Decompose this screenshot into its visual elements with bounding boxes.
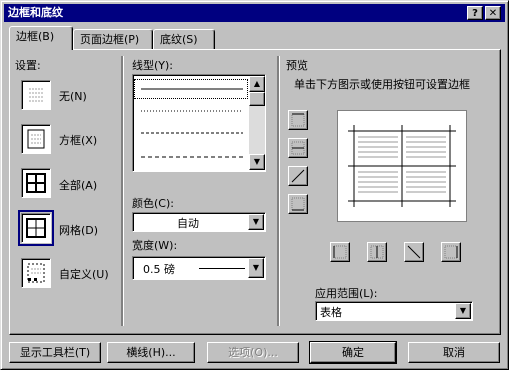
options-button[interactable]: 选项(O)...: [207, 342, 299, 363]
apply-to-header: 应用范围(L):: [315, 287, 378, 300]
setting-none-label: 无(N): [59, 90, 87, 103]
chevron-down-icon[interactable]: ▼: [248, 258, 264, 278]
right-border-icon[interactable]: [441, 242, 461, 262]
tab-shading-label: 底纹(S): [160, 33, 198, 46]
setting-custom-graphic: [27, 263, 45, 283]
setting-all-graphic: [26, 173, 46, 193]
tab-borders[interactable]: 边框(B): [9, 26, 73, 50]
setting-all-label: 全部(A): [59, 179, 98, 192]
scroll-down-icon[interactable]: ▼: [249, 154, 265, 170]
setting-box-icon[interactable]: [21, 124, 51, 154]
scroll-thumb[interactable]: [249, 92, 265, 106]
setting-custom-label: 自定义(U): [59, 268, 109, 281]
color-value: 自动: [177, 217, 199, 230]
preview-hint: 单击下方图示或使用按钮可设置边框: [294, 78, 470, 91]
diagonal-down-border-icon[interactable]: [404, 242, 424, 262]
setting-grid-label: 网格(D): [59, 224, 99, 237]
close-button[interactable]: ✕: [485, 6, 501, 20]
window-title: 边框和底纹: [8, 6, 63, 19]
color-header: 颜色(C):: [132, 197, 174, 210]
setting-box-label: 方框(X): [59, 134, 98, 147]
line-style-samples: [141, 88, 243, 158]
width-sample-line: [199, 268, 245, 269]
help-button[interactable]: ?: [467, 6, 483, 20]
horizontal-line-button[interactable]: 横线(H)...: [107, 342, 195, 363]
tab-borders-label: 边框(B): [16, 30, 55, 43]
cancel-button[interactable]: 取消: [408, 342, 500, 363]
settings-header: 设置:: [15, 59, 41, 72]
setting-box-graphic: [27, 129, 45, 149]
chevron-down-icon[interactable]: ▼: [455, 303, 471, 319]
width-select[interactable]: 0.5 磅 ▼: [132, 256, 266, 280]
separator: [277, 56, 279, 326]
inside-vertical-border-icon[interactable]: [367, 242, 387, 262]
separator: [121, 56, 123, 326]
left-border-icon[interactable]: [330, 242, 350, 262]
setting-grid-icon[interactable]: [18, 210, 54, 246]
dialog-window: 边框和底纹 ? ✕ 边框(B) 页面边框(P) 底纹(S) 设置: 无(N) 方…: [0, 0, 509, 370]
line-style-scrollbar[interactable]: ▲ ▼: [249, 76, 265, 170]
top-border-icon[interactable]: [288, 110, 308, 130]
chevron-down-icon[interactable]: ▼: [248, 214, 264, 230]
preview-area[interactable]: [337, 110, 467, 222]
tab-page-border[interactable]: 页面边框(P): [73, 29, 153, 49]
line-style-list[interactable]: ▲ ▼: [132, 74, 266, 172]
inside-horizontal-border-icon[interactable]: [288, 138, 308, 158]
setting-grid-graphic: [26, 218, 46, 238]
preview-table-graphic: [348, 125, 456, 207]
scroll-up-icon[interactable]: ▲: [249, 76, 265, 92]
width-value: 0.5 磅: [143, 263, 175, 276]
bottom-border-icon[interactable]: [288, 194, 308, 214]
tab-page-border-label: 页面边框(P): [80, 33, 140, 46]
apply-to-select[interactable]: 表格 ▼: [315, 301, 473, 321]
show-toolbar-button[interactable]: 显示工具栏(T): [9, 342, 101, 363]
ok-button[interactable]: 确定: [309, 341, 397, 364]
tab-shading[interactable]: 底纹(S): [153, 29, 215, 49]
setting-all-icon[interactable]: [21, 168, 51, 198]
line-style-header: 线型(Y):: [132, 59, 174, 72]
setting-none-icon[interactable]: [21, 80, 51, 110]
color-select[interactable]: 自动 ▼: [132, 212, 266, 232]
preview-header: 预览: [286, 59, 308, 72]
title-bar[interactable]: 边框和底纹 ? ✕: [4, 4, 505, 22]
apply-to-value: 表格: [320, 306, 342, 319]
setting-custom-icon[interactable]: [21, 258, 51, 288]
width-header: 宽度(W):: [132, 239, 178, 252]
diagonal-up-border-icon[interactable]: [288, 166, 308, 186]
setting-none-graphic: [29, 88, 43, 102]
